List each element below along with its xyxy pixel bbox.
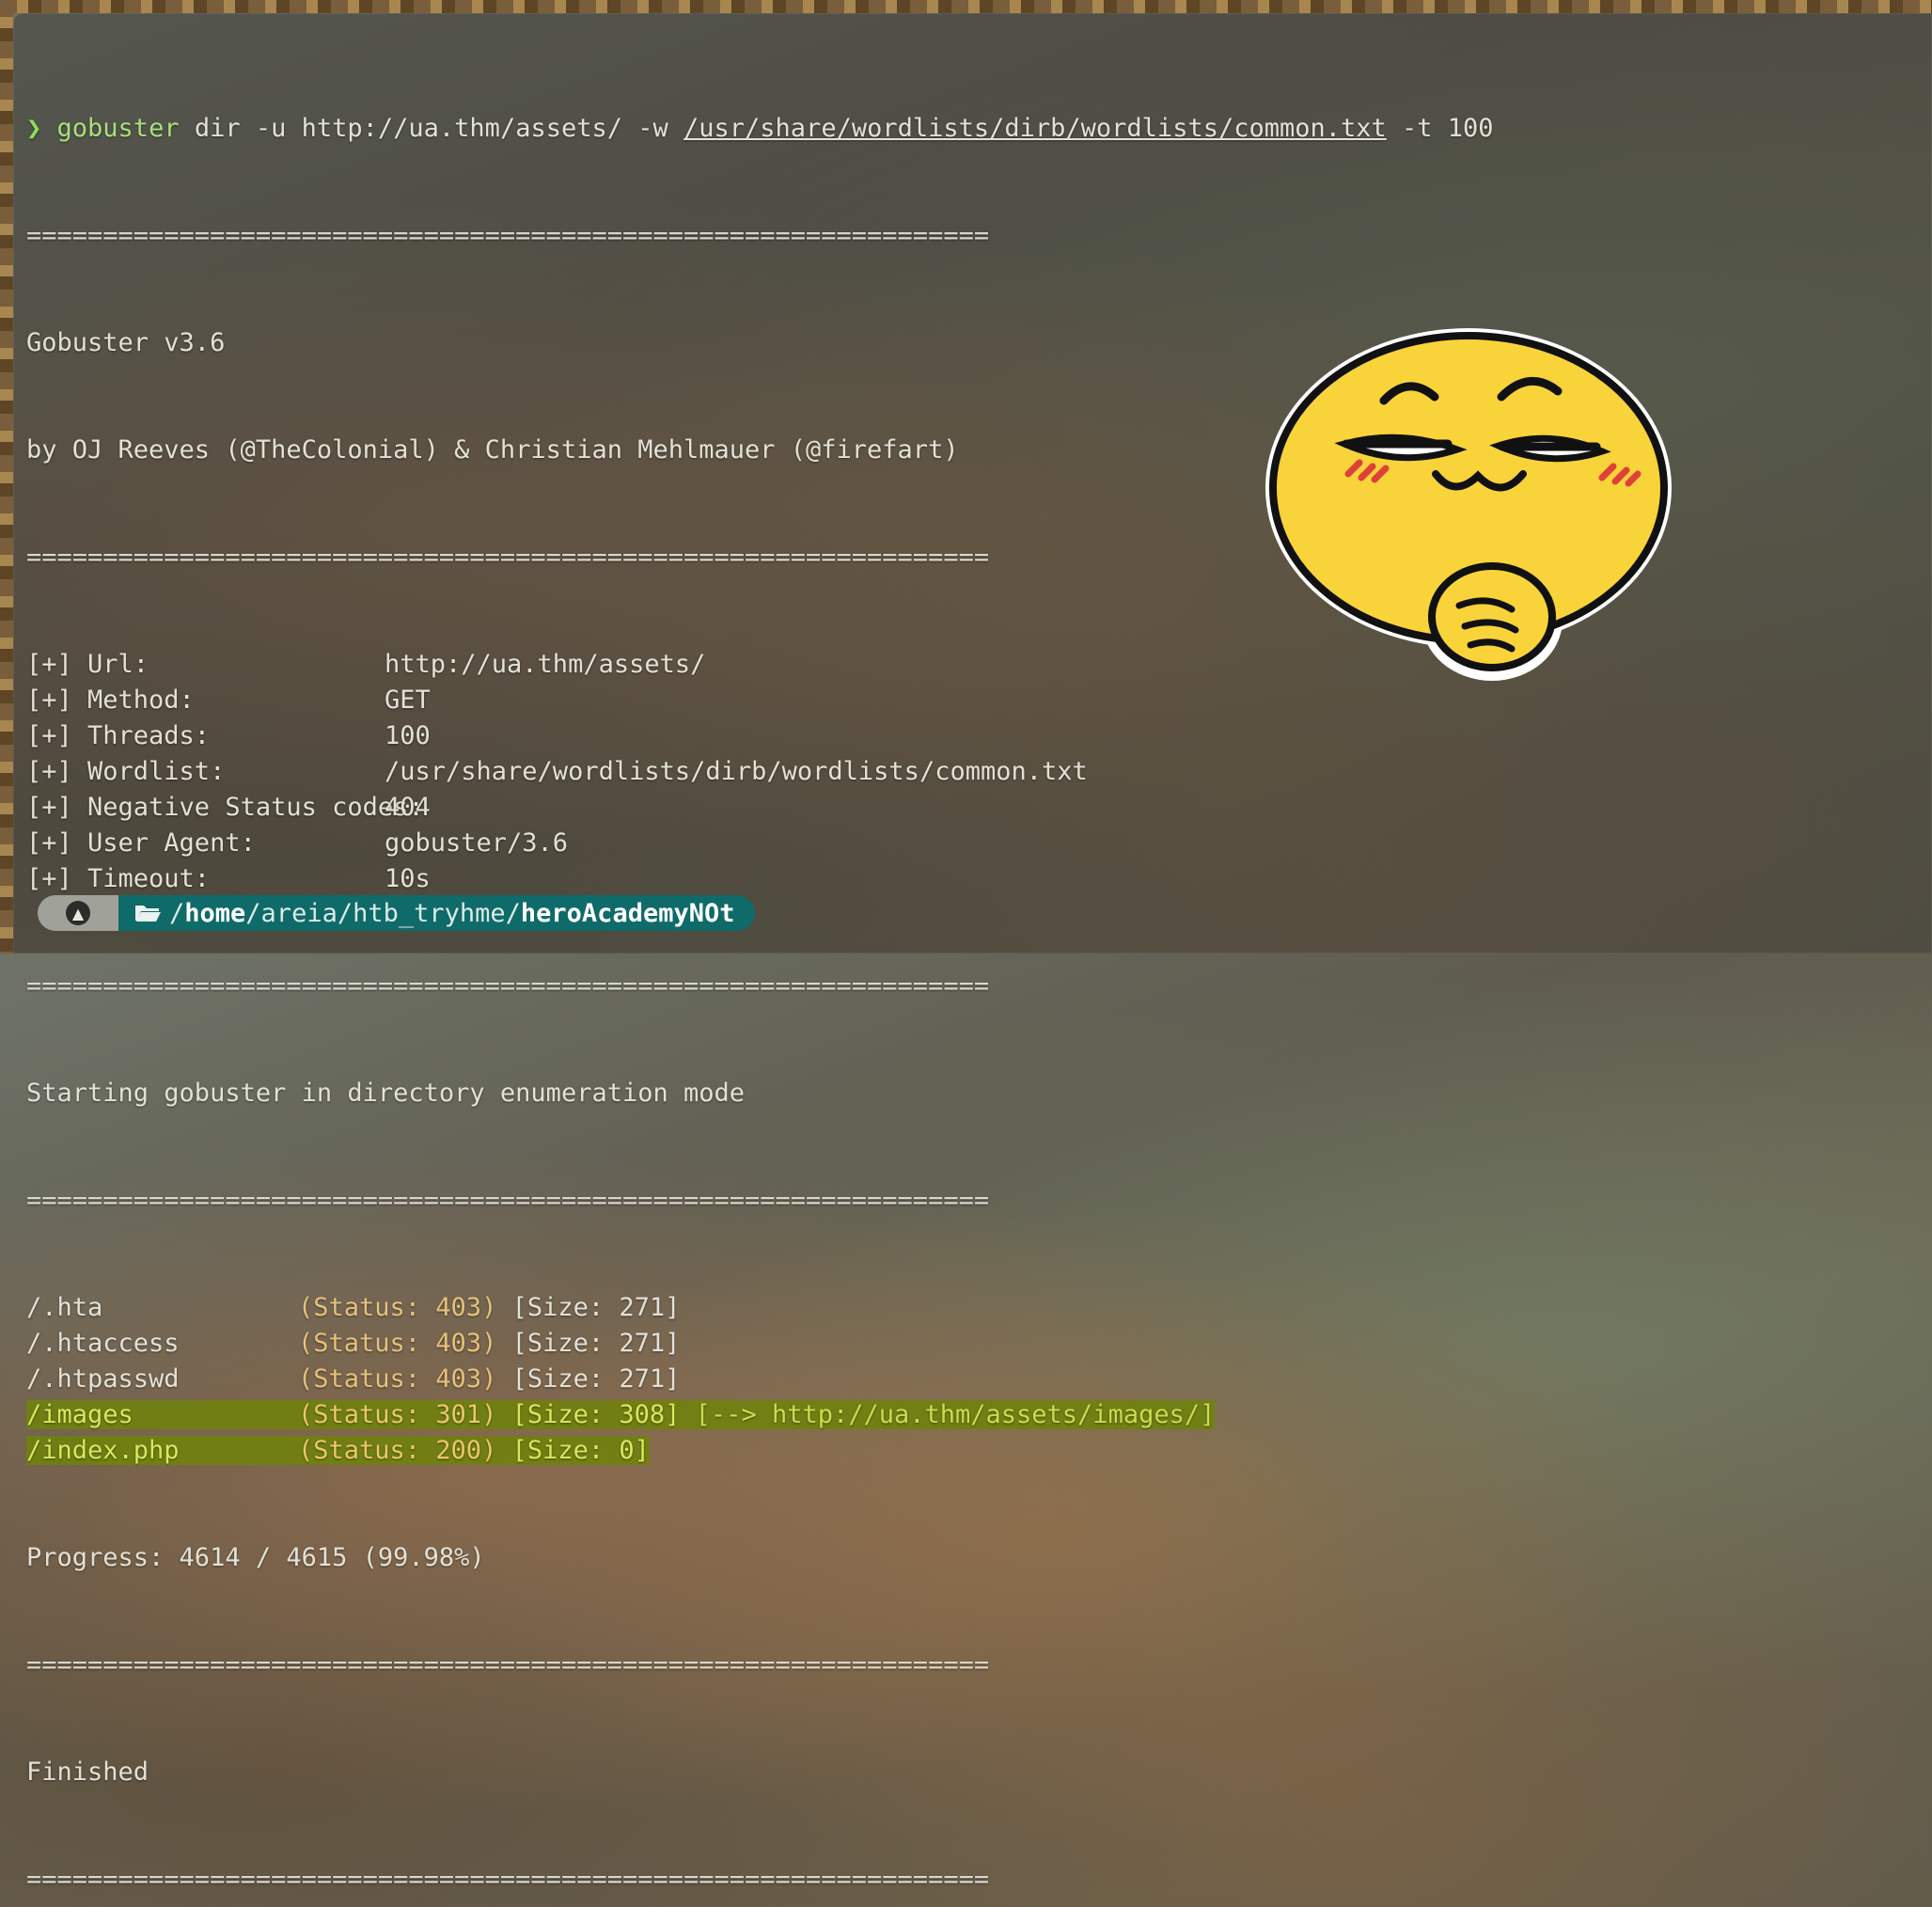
result-highlight: /images (Status: 301) [Size: 308] [--> ht… [26,1400,1216,1429]
command-program: gobuster [56,114,180,143]
command-wordlist-path[interactable]: /usr/share/wordlists/dirb/wordlists/comm… [683,114,1387,143]
result-path: /.hta [26,1293,103,1322]
finished-message: Finished [26,1757,149,1787]
path-part: /areia/htb_tryhme/ [245,898,521,928]
command-line: ❯ gobuster dir -u http://ua.thm/assets/ … [26,111,1494,147]
os-segment: ▲ [38,895,118,931]
result-row: /images (Status: 301) [Size: 308] [--> ht… [26,1397,1494,1433]
config-key: [+] Url: [26,650,149,679]
config-row: [+] Timeout: 10s [26,861,1494,897]
config-value: 100 [385,721,431,750]
result-size: [Size: 271] [511,1329,681,1358]
config-value: http://ua.thm/assets/ [385,650,706,679]
path-part: / [169,898,185,928]
result-path: /.htaccess [26,1329,180,1358]
result-content: /.hta (Status: 403) [Size: 271] [26,1293,680,1322]
result-highlight: /index.php (Status: 200) [Size: 0] [26,1436,650,1465]
result-status: (Status: 403) [298,1329,497,1358]
result-status: (Status: 403) [298,1364,497,1394]
terminal-window[interactable]: ❯ gobuster dir -u http://ua.thm/assets/ … [13,13,1932,1894]
folder-open-icon [135,906,161,922]
result-path: /images [26,1400,134,1429]
command-args: dir -u http://ua.thm/assets/ -w [179,114,684,143]
config-row: [+] Wordlist: /usr/share/wordlists/dirb/w… [26,754,1494,790]
path-part: heroAcademyNOt [520,898,735,928]
smug-emoji-sticker [1265,328,1672,681]
current-directory: /home/areia/htb_tryhme/heroAcademyNOt [169,899,734,928]
config-row: [+] Negative Status codes:404 [26,790,1494,826]
separator-line: ========================================… [26,971,990,1001]
config-key: [+] User Agent: [26,828,256,858]
result-redirect[interactable]: [--> http://ua.thm/assets/images/] [696,1400,1216,1429]
result-status: (Status: 403) [298,1293,497,1322]
command-args-after: -t 100 [1386,114,1494,143]
arch-linux-icon: ▲ [66,901,90,925]
config-value: /usr/share/wordlists/dirb/wordlists/comm… [385,757,1088,786]
separator-line: ========================================… [26,221,990,250]
path-part: home [184,898,246,928]
config-key: [+] Method: [26,686,195,715]
config-value: GET [385,686,431,715]
progress-line: Progress: 4614 / 4615 (99.98%) [26,1543,485,1572]
separator-line: ========================================… [26,1650,990,1679]
result-row: /.hta (Status: 403) [Size: 271] [26,1290,1494,1326]
result-size: [Size: 271] [511,1293,681,1322]
result-row: /index.php (Status: 200) [Size: 0] [26,1433,1494,1469]
config-key: [+] Timeout: [26,864,211,893]
result-path: /.htpasswd [26,1364,180,1394]
path-segment: /home/areia/htb_tryhme/heroAcademyNOt [118,895,756,931]
config-value: 404 [385,793,431,822]
config-value: 10s [385,864,431,893]
terminal-output: ❯ gobuster dir -u http://ua.thm/assets/ … [26,39,1494,1907]
separator-line: ========================================… [26,1186,990,1215]
result-path: /index.php [26,1436,180,1465]
result-size: [Size: 271] [511,1364,681,1394]
result-size: [Size: 0] [511,1436,650,1465]
results-block: /.hta (Status: 403) [Size: 271]/.htaccess… [26,1290,1494,1469]
config-key: [+] Threads: [26,721,211,750]
result-row: /.htpasswd (Status: 403) [Size: 271] [26,1362,1494,1397]
shell-prompt: ▲ /home/areia/htb_tryhme/heroAcademyNOt [38,895,756,931]
config-key: [+] Wordlist: [26,757,226,786]
separator-line: ========================================… [26,1865,990,1894]
result-row: /.htaccess (Status: 403) [Size: 271] [26,1326,1494,1362]
wallpaper-frame-left [0,0,13,954]
wallpaper-frame-top [0,0,1932,13]
config-row: [+] Threads: 100 [26,718,1494,754]
result-content: /.htpasswd (Status: 403) [Size: 271] [26,1364,680,1394]
result-size: [Size: 308] [511,1400,681,1429]
config-value: gobuster/3.6 [385,828,569,858]
prompt-arrow: ❯ [26,114,42,143]
result-content: /.htaccess (Status: 403) [Size: 271] [26,1329,680,1358]
start-message: Starting gobuster in directory enumerati… [26,1079,746,1108]
result-status: (Status: 301) [298,1400,497,1429]
result-status: (Status: 200) [298,1436,497,1465]
config-row: [+] User Agent: gobuster/3.6 [26,826,1494,861]
config-key: [+] Negative Status codes: [26,793,424,822]
